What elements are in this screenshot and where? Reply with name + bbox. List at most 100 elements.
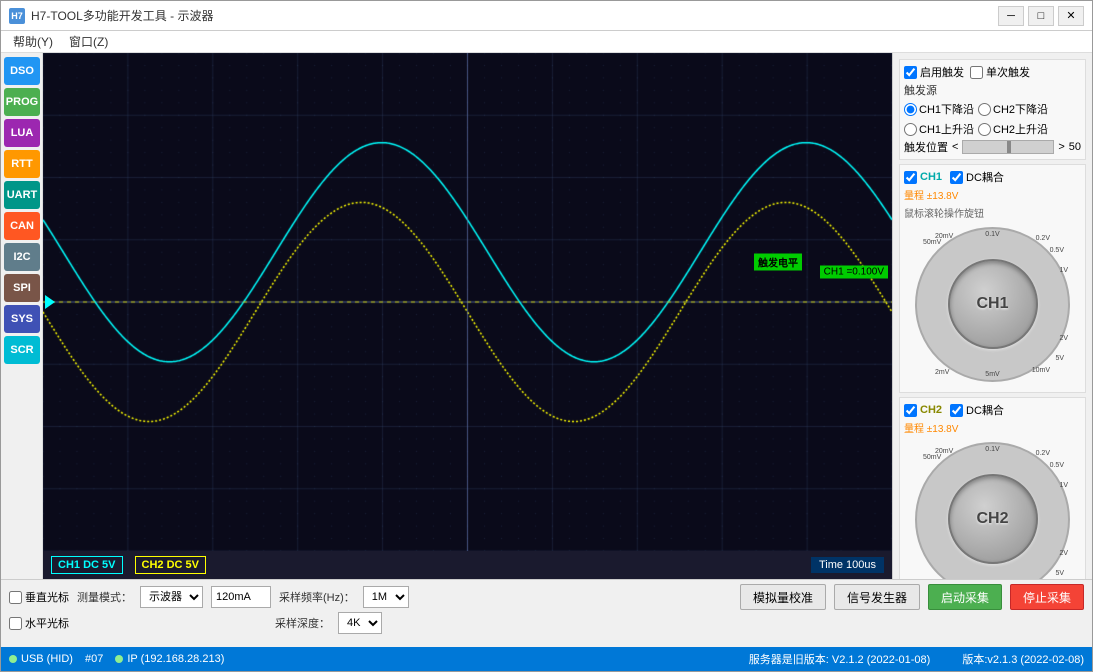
sidebar-btn-scr[interactable]: SCR [4,336,40,364]
window-title: H7-TOOL多功能开发工具 - 示波器 [31,7,213,24]
ch2-range-label: 量程 ±13.8V [904,420,1081,435]
trigger-source-label: 触发源 [904,82,1081,98]
signal-gen-button[interactable]: 信号发生器 [834,584,920,610]
ch2-dc-coupling-checkbox[interactable] [950,404,963,417]
ch2-dc-coupling-label[interactable]: DC耦合 [950,402,1004,418]
ch2-bottom-label: CH2 DC 5V [135,556,207,574]
sidebar-btn-rtt[interactable]: RTT [4,150,40,178]
minimize-button[interactable]: ─ [998,6,1024,26]
single-trigger-checkbox[interactable] [970,66,983,79]
usb-status-dot [9,655,17,663]
ch1-knob-wrapper[interactable]: 0.1V 0.2V 0.5V 1V 2V 5V 2mV 5mV 10mV 20m… [913,224,1073,384]
trigger-pos-slider[interactable] [962,140,1054,154]
measure-mode-label: 测量模式： [77,589,132,605]
ch1-enable-label[interactable]: CH1 [904,171,942,184]
ch2-header: CH2 DC耦合 [904,402,1081,418]
bottom-row1: 垂直光标 测量模式： 示波器 采样频率(Hz)： 1M 模拟量校准 信号发生器 … [9,584,1084,610]
ch1-rising-radio-label[interactable]: CH1上升沿 [904,121,974,137]
measure-mode-select[interactable]: 示波器 [140,586,203,608]
ch1-header: CH1 DC耦合 [904,169,1081,185]
sidebar: DSO PROG LUA RTT UART CAN I2C SPI SYS SC… [1,53,43,579]
time-label: Time 100us [811,557,884,573]
trigger-pos-row: 触发位置 < > 50 [904,139,1081,155]
menu-bar: 帮助(Y) 窗口(Z) [1,31,1092,53]
stop-capture-button[interactable]: 停止采集 [1010,584,1084,610]
sidebar-btn-sys[interactable]: SYS [4,305,40,333]
vertical-cursor-checkbox[interactable] [9,591,22,604]
ch2-enable-checkbox[interactable] [904,404,917,417]
right-panel: 启用触发 单次触发 触发源 CH1下降沿 CH2下降沿 [892,53,1092,579]
ch1-knob-hint: 鼠标滚轮操作旋钮 [904,205,1081,220]
main-content: DSO PROG LUA RTT UART CAN I2C SPI SYS SC… [1,53,1092,579]
trigger-source-radio-group: CH1下降沿 CH2下降沿 CH1上升沿 CH2上升沿 [904,101,1081,137]
bottom-row2: 水平光标 采样深度： 4K [9,612,1084,634]
scope-canvas[interactable]: 触发电平 CH1 =0.100V [43,53,892,551]
port-status: #07 [85,653,103,665]
oscilloscope-area: 触发电平 CH1 =0.100V CH1 DC 5V CH2 [43,53,892,579]
sample-rate-label: 采样频率(Hz)： [279,589,355,605]
ch1-enable-checkbox[interactable] [904,171,917,184]
trigger-level-label: 触发电平 [754,254,802,271]
calibrate-button[interactable]: 模拟量校准 [740,584,826,610]
ch2-enable-label[interactable]: CH2 [904,404,942,417]
ch1-knob[interactable]: CH1 [948,259,1038,349]
trigger-enable-row: 启用触发 单次触发 [904,64,1081,80]
ch1-dc-coupling-label[interactable]: DC耦合 [950,169,1004,185]
sample-rate-select[interactable]: 1M [363,586,409,608]
scope-bottom-bar: CH1 DC 5V CH2 DC 5V Time 100us [43,551,892,579]
ch2-falling-radio-label[interactable]: CH2下降沿 [978,101,1048,117]
status-bar: USB (HID) #07 IP (192.168.28.213) 服务器是旧版… [1,647,1092,671]
sample-depth-label: 采样深度： [275,615,330,631]
main-window: H7 H7-TOOL多功能开发工具 - 示波器 ─ □ ✕ 帮助(Y) 窗口(Z… [0,0,1093,672]
menu-help[interactable]: 帮助(Y) [5,31,61,52]
horizontal-cursor-label[interactable]: 水平光标 [9,615,69,631]
ch1-level-arrow [45,295,55,309]
title-bar: H7 H7-TOOL多功能开发工具 - 示波器 ─ □ ✕ [1,1,1092,31]
title-left: H7 H7-TOOL多功能开发工具 - 示波器 [9,7,213,24]
ch2-falling-radio[interactable] [978,103,991,116]
sidebar-btn-dso[interactable]: DSO [4,57,40,85]
ch1-rising-radio[interactable] [904,123,917,136]
menu-window[interactable]: 窗口(Z) [61,31,116,52]
bottom-controls: 垂直光标 测量模式： 示波器 采样频率(Hz)： 1M 模拟量校准 信号发生器 … [1,579,1092,647]
app-icon: H7 [9,8,25,24]
enable-trigger-checkbox-label[interactable]: 启用触发 [904,64,964,80]
title-buttons: ─ □ ✕ [998,6,1084,26]
current-input[interactable] [211,586,271,608]
ch1-dc-coupling-checkbox[interactable] [950,171,963,184]
ch2-knob-wrapper[interactable]: 0.1V 0.2V 0.5V 1V 2V 5V 2mV 5mV 10mV 20m… [913,439,1073,579]
sample-depth-select[interactable]: 4K [338,612,382,634]
trigger-pos-value: 50 [1069,141,1081,153]
single-trigger-checkbox-label[interactable]: 单次触发 [970,64,1030,80]
ch2-rising-radio[interactable] [978,123,991,136]
ch2-knob[interactable]: CH2 [948,474,1038,564]
start-capture-button[interactable]: 启动采集 [928,584,1002,610]
enable-trigger-checkbox[interactable] [904,66,917,79]
ch1-falling-radio-label[interactable]: CH1下降沿 [904,101,974,117]
trigger-section: 启用触发 单次触发 触发源 CH1下降沿 CH2下降沿 [899,59,1086,160]
server-version-label: 服务器是旧版本: V2.1.2 (2022-01-08) [749,651,931,667]
app-version-label: 版本:v2.1.3 (2022-02-08) [962,651,1084,667]
ch1-knob-container: 0.1V 0.2V 0.5V 1V 2V 5V 2mV 5mV 10mV 20m… [904,224,1081,384]
ch1-bottom-label: CH1 DC 5V [51,556,123,574]
usb-status: USB (HID) [9,653,73,665]
ch1-falling-radio[interactable] [904,103,917,116]
vertical-cursor-label[interactable]: 垂直光标 [9,589,69,605]
ch1-range-label: 量程 ±13.8V [904,187,1081,202]
sidebar-btn-lua[interactable]: LUA [4,119,40,147]
ip-status-dot [115,655,123,663]
sidebar-btn-uart[interactable]: UART [4,181,40,209]
close-button[interactable]: ✕ [1058,6,1084,26]
ch2-section: CH2 DC耦合 量程 ±13.8V 0.1V 0.2V 0.5V [899,397,1086,579]
sidebar-btn-spi[interactable]: SPI [4,274,40,302]
horizontal-cursor-checkbox[interactable] [9,617,22,630]
sidebar-btn-i2c[interactable]: I2C [4,243,40,271]
ch2-rising-radio-label[interactable]: CH2上升沿 [978,121,1048,137]
ip-dot-container: IP (192.168.28.213) [115,653,224,665]
ch1-trigger-value-label: CH1 =0.100V [820,266,888,279]
sidebar-btn-prog[interactable]: PROG [4,88,40,116]
maximize-button[interactable]: □ [1028,6,1054,26]
ch1-section: CH1 DC耦合 量程 ±13.8V 鼠标滚轮操作旋钮 0.1V [899,164,1086,393]
sidebar-btn-can[interactable]: CAN [4,212,40,240]
ch2-knob-container: 0.1V 0.2V 0.5V 1V 2V 5V 2mV 5mV 10mV 20m… [904,439,1081,579]
